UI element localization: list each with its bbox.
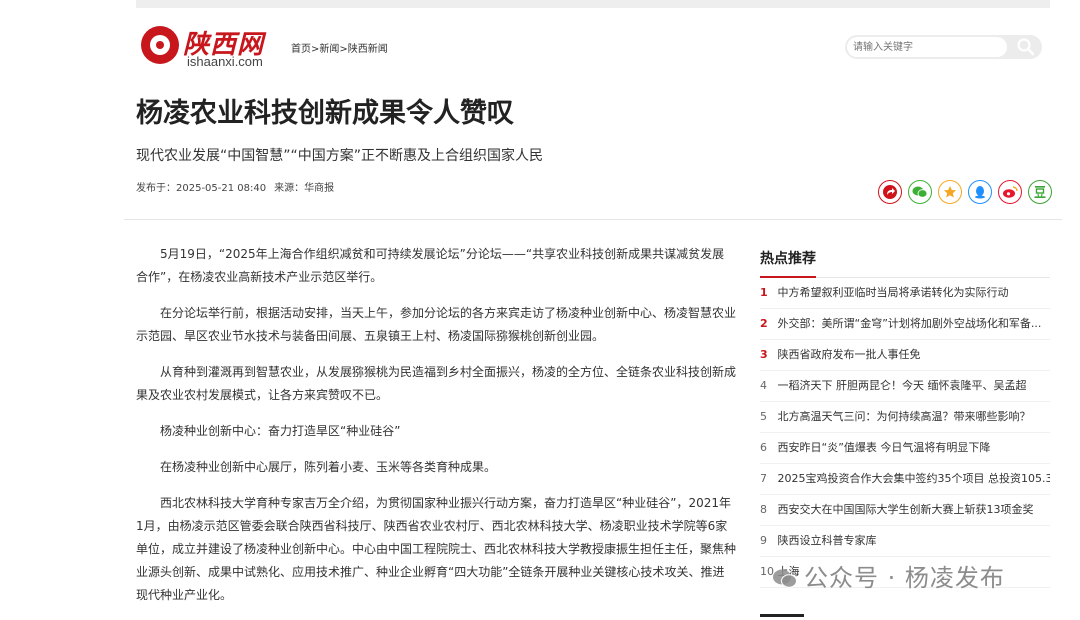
hot-item-rank: 7 xyxy=(760,472,767,485)
search-box xyxy=(845,35,1042,59)
hot-item-link[interactable]: 西安交大在中国国际大学生创新大赛上斩获13项金奖 xyxy=(778,503,1034,516)
share-icon xyxy=(883,185,897,199)
hot-item-rank: 2 xyxy=(760,317,768,330)
hot-item[interactable]: 4 一稻济天下 肝胆两昆仑！今天 缅怀袁隆平、吴孟超 xyxy=(760,371,1050,402)
hot-item[interactable]: 9 陕西设立科普专家库 xyxy=(760,526,1050,557)
article-subtitle: 现代农业发展“中国智慧”“中国方案”正不断惠及上合组织国家人民 xyxy=(136,148,544,164)
logo-domain: ishaanxi.com xyxy=(187,54,263,69)
hot-item-rank: 6 xyxy=(760,441,767,454)
hot-item[interactable]: 2 外交部：美所谓“金穹”计划将加剧外空战场化和军备... xyxy=(760,309,1050,340)
article-paragraph: 在杨凌种业创新中心展厅，陈列着小麦、玉米等各类育种成果。 xyxy=(160,460,497,474)
share-qq-button[interactable] xyxy=(968,180,992,204)
article-body: 5月19日，“2025年上海合作组织减贫和可持续发展论坛”分论坛——“共享农业科… xyxy=(136,243,736,620)
hot-item[interactable]: 1 中方希望叙利亚临时当局将承诺转化为实际行动 xyxy=(760,278,1050,309)
hot-item-link[interactable]: 2025宝鸡投资合作大会集中签约35个项目 总投资105.3... xyxy=(778,472,1051,485)
share-wechat-button[interactable] xyxy=(908,180,932,204)
hot-item-link[interactable]: 陕西设立科普专家库 xyxy=(778,534,877,547)
hot-item-link[interactable]: 外交部：美所谓“金穹”计划将加剧外空战场化和军备... xyxy=(778,317,1042,330)
wechat-watermark: 公众号 · 杨凌发布 xyxy=(772,558,1005,593)
article-paragraph: 5月19日，“2025年上海合作组织减贫和可持续发展论坛”分论坛——“共享农业科… xyxy=(136,247,725,284)
share-bar xyxy=(878,180,1052,204)
search-input[interactable] xyxy=(847,37,1007,57)
article-source: 来源：华商报 xyxy=(274,183,335,194)
publish-time: 发布于：2025-05-21 08:40 xyxy=(136,183,267,194)
next-section-heading-cutoff xyxy=(760,608,820,617)
hot-recommendations: 热点推荐 1 中方希望叙利亚临时当局将承诺转化为实际行动 2 外交部：美所谓“金… xyxy=(760,248,1050,588)
hot-item-link[interactable]: 西安昨日“炎”值爆表 今日气温将有明显下降 xyxy=(778,441,991,454)
hot-item[interactable]: 3 陕西省政府发布一批人事任免 xyxy=(760,340,1050,371)
article-title: 杨凌农业科技创新成果令人赞叹 xyxy=(136,98,514,129)
logo-emblem-icon xyxy=(141,26,179,64)
hot-item[interactable]: 5 北方高温天气三问：为何持续高温？带来哪些影响？ xyxy=(760,402,1050,433)
share-qzone-button[interactable] xyxy=(938,180,962,204)
article-paragraph: 从育种到灌溉再到智慧农业，从发展猕猴桃为民造福到乡村全面振兴，杨凌的全方位、全链… xyxy=(136,365,737,402)
breadcrumb-shaanxi-news[interactable]: 陕西新闻 xyxy=(348,44,388,55)
article-paragraph: 在分论坛举行前，根据活动安排，当天上午，参加分论坛的各方来宾走访了杨凌种业创新中… xyxy=(136,306,737,343)
hot-item-rank: 3 xyxy=(760,348,768,361)
qq-icon xyxy=(975,186,985,199)
watermark-text: 公众号 · 杨凌发布 xyxy=(804,564,1005,592)
hot-item[interactable]: 8 西安交大在中国国际大学生创新大赛上斩获13项金奖 xyxy=(760,495,1050,526)
hot-item-link[interactable]: 陕西省政府发布一批人事任免 xyxy=(778,348,921,361)
hot-item[interactable]: 6 西安昨日“炎”值爆表 今日气温将有明显下降 xyxy=(760,433,1050,464)
share-button[interactable] xyxy=(878,180,902,204)
article-meta: 发布于：2025-05-21 08:40 来源：华商报 xyxy=(136,179,334,194)
hot-item[interactable]: 7 2025宝鸡投资合作大会集中签约35个项目 总投资105.3... xyxy=(760,464,1050,495)
douban-icon xyxy=(1034,186,1046,198)
hot-item-link[interactable]: 一稻济天下 肝胆两昆仑！今天 缅怀袁隆平、吴孟超 xyxy=(778,379,1027,392)
hot-item-link[interactable]: 北方高温天气三问：为何持续高温？带来哪些影响？ xyxy=(778,410,1031,423)
hot-item-link[interactable]: 中方希望叙利亚临时当局将承诺转化为实际行动 xyxy=(778,286,1009,299)
header-divider xyxy=(124,219,1062,220)
hot-item-rank: 8 xyxy=(760,503,767,516)
search-button[interactable] xyxy=(1011,35,1041,59)
article-section-heading: 杨凌种业创新中心：奋力打造旱区“种业硅谷” xyxy=(160,424,401,438)
search-icon xyxy=(1017,38,1035,56)
qzone-icon xyxy=(944,186,956,198)
breadcrumb-separator: > xyxy=(339,44,348,55)
article-paragraph: 西北农林科技大学育种专家吉万全介绍，为贯彻国家种业振兴行动方案，奋力打造旱区“种… xyxy=(136,496,737,602)
hot-item-rank: 5 xyxy=(760,410,767,423)
share-weibo-button[interactable] xyxy=(998,180,1022,204)
hot-item-rank: 9 xyxy=(760,534,767,547)
top-bar xyxy=(136,0,1050,8)
hot-item-rank: 1 xyxy=(760,286,768,299)
hot-list: 1 中方希望叙利亚临时当局将承诺转化为实际行动 2 外交部：美所谓“金穹”计划将… xyxy=(760,278,1050,588)
share-douban-button[interactable] xyxy=(1028,180,1052,204)
wechat-official-account-icon xyxy=(773,569,797,588)
breadcrumb: 首页>新闻>陕西新闻 xyxy=(291,40,388,55)
site-logo[interactable]: 陕西网 ishaanxi.com xyxy=(141,24,281,70)
breadcrumb-news[interactable]: 新闻 xyxy=(319,44,339,55)
hot-item-rank: 4 xyxy=(760,379,767,392)
weibo-icon xyxy=(1003,186,1018,198)
breadcrumb-home[interactable]: 首页 xyxy=(291,44,311,55)
wechat-icon xyxy=(912,186,928,198)
hot-title: 热点推荐 xyxy=(760,248,816,278)
